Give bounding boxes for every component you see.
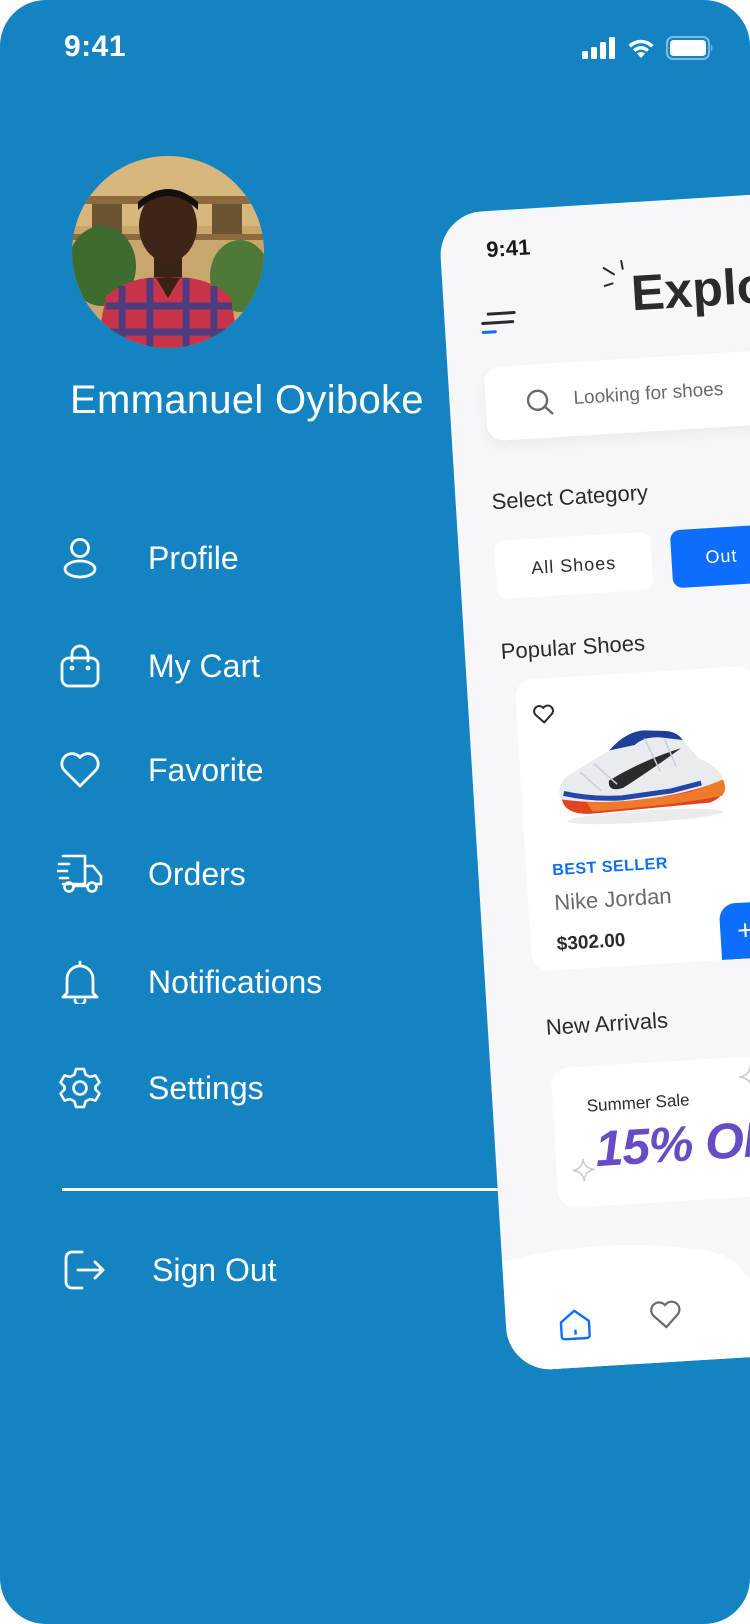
product-price: $302.00 (556, 929, 627, 956)
hamburger-icon[interactable] (480, 309, 518, 340)
summer-sale-banner[interactable]: Summer Sale 15% OFF (550, 1046, 750, 1209)
search-placeholder: Looking for shoes (572, 378, 724, 410)
bag-icon (56, 642, 104, 690)
avatar[interactable] (72, 156, 264, 348)
status-icons (582, 36, 714, 60)
sign-out-button[interactable]: Sign Out (60, 1240, 277, 1300)
wifi-icon (628, 39, 654, 58)
preview-title: Explo (629, 257, 750, 322)
user-name: Emmanuel Oyiboke (70, 378, 424, 422)
menu-item-favorite[interactable]: Favorite (56, 740, 264, 800)
battery-icon (666, 36, 713, 60)
menu-item-notifications[interactable]: Notifications (56, 952, 322, 1012)
search-icon (525, 387, 555, 422)
sign-out-icon (60, 1246, 108, 1294)
home-icon[interactable] (557, 1307, 593, 1348)
menu-item-settings[interactable]: Settings (56, 1058, 264, 1118)
category-chip-outdoor[interactable]: Out (669, 520, 750, 589)
menu-item-profile[interactable]: Profile (56, 528, 239, 588)
app-preview-card[interactable]: 9:41 Explo Looking for shoes Select Cate… (438, 188, 750, 1372)
gear-icon (56, 1064, 104, 1112)
menu-label-profile: Profile (148, 539, 239, 576)
menu-label-orders: Orders (148, 855, 246, 892)
category-chip-label: All Shoes (530, 552, 617, 578)
menu-label-my-cart: My Cart (148, 647, 260, 684)
category-chip-all-shoes[interactable]: All Shoes (494, 531, 654, 600)
truck-icon (56, 850, 104, 898)
bell-icon (56, 958, 104, 1006)
preview-status-time: 9:41 (485, 234, 531, 263)
heart-icon (56, 746, 104, 794)
new-arrivals-title: New Arrivals (545, 1007, 669, 1040)
best-seller-badge: BEST SELLER (551, 855, 669, 880)
signal-icon (582, 37, 615, 59)
sparkle-icon (570, 1156, 598, 1189)
preview-search-bar[interactable]: Looking for shoes (483, 341, 750, 442)
bottom-nav-bar (501, 1216, 750, 1372)
banner-headline: 15% OFF (593, 1108, 750, 1178)
category-chip-label: Out (704, 544, 738, 567)
status-time: 9:41 (64, 30, 127, 63)
sparkle-lines-icon (599, 258, 631, 295)
side-drawer-screen: 9:41 Emmanuel Oyiboke Profile My Cart Fa… (0, 0, 750, 1624)
product-card[interactable]: BEST SELLER Nike Jordan $302.00 + (514, 665, 750, 972)
plus-icon: + (736, 914, 750, 947)
menu-item-orders[interactable]: Orders (56, 844, 246, 904)
menu-divider (62, 1188, 502, 1191)
sneaker-image (547, 703, 734, 839)
menu-item-my-cart[interactable]: My Cart (56, 636, 260, 696)
favorites-nav-icon[interactable] (649, 1299, 683, 1336)
sparkle-icon (736, 1062, 750, 1097)
user-icon (56, 534, 104, 582)
banner-subtitle: Summer Sale (586, 1090, 691, 1116)
popular-shoes-title: Popular Shoes (500, 630, 646, 664)
add-to-cart-button[interactable]: + (718, 901, 750, 961)
menu-label-settings: Settings (148, 1069, 264, 1106)
menu-label-favorite: Favorite (148, 751, 264, 788)
menu-label-notifications: Notifications (148, 963, 323, 1000)
product-name: Nike Jordan (553, 883, 673, 916)
sign-out-label: Sign Out (152, 1251, 277, 1288)
select-category-title: Select Category (490, 479, 649, 515)
